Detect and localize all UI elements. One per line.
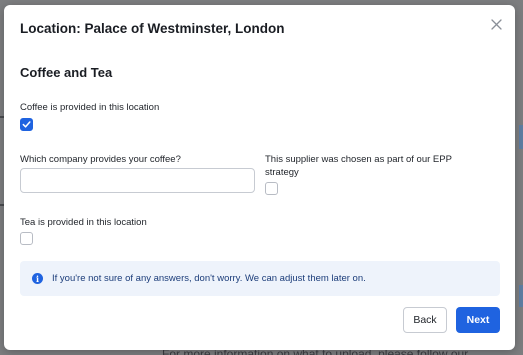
next-button[interactable]: Next [456,307,500,333]
company-field-label: Which company provides your coffee? [20,154,181,165]
checkmark-icon [22,121,31,128]
info-banner: i If you're not sure of any answers, don… [20,261,500,296]
epp-label: This supplier was chosen as part of our … [265,154,452,178]
coffee-provided-checkbox[interactable] [20,118,33,131]
info-icon: i [32,273,43,284]
epp-checkbox[interactable] [265,182,278,195]
close-icon [490,18,502,30]
info-text: If you're not sure of any answers, don't… [52,273,366,284]
company-input[interactable] [20,168,255,193]
modal-title: Location: Palace of Westminster, London [20,21,285,36]
tea-provided-label: Tea is provided in this location [20,217,147,228]
location-modal: Location: Palace of Westminster, London … [4,5,515,350]
back-button[interactable]: Back [403,307,447,333]
tea-provided-checkbox[interactable] [20,232,33,245]
section-title: Coffee and Tea [20,65,113,80]
background-accent-strip [519,285,523,307]
background-accent-strip [519,125,523,149]
close-button[interactable] [487,15,505,33]
coffee-provided-label: Coffee is provided in this location [20,102,160,113]
